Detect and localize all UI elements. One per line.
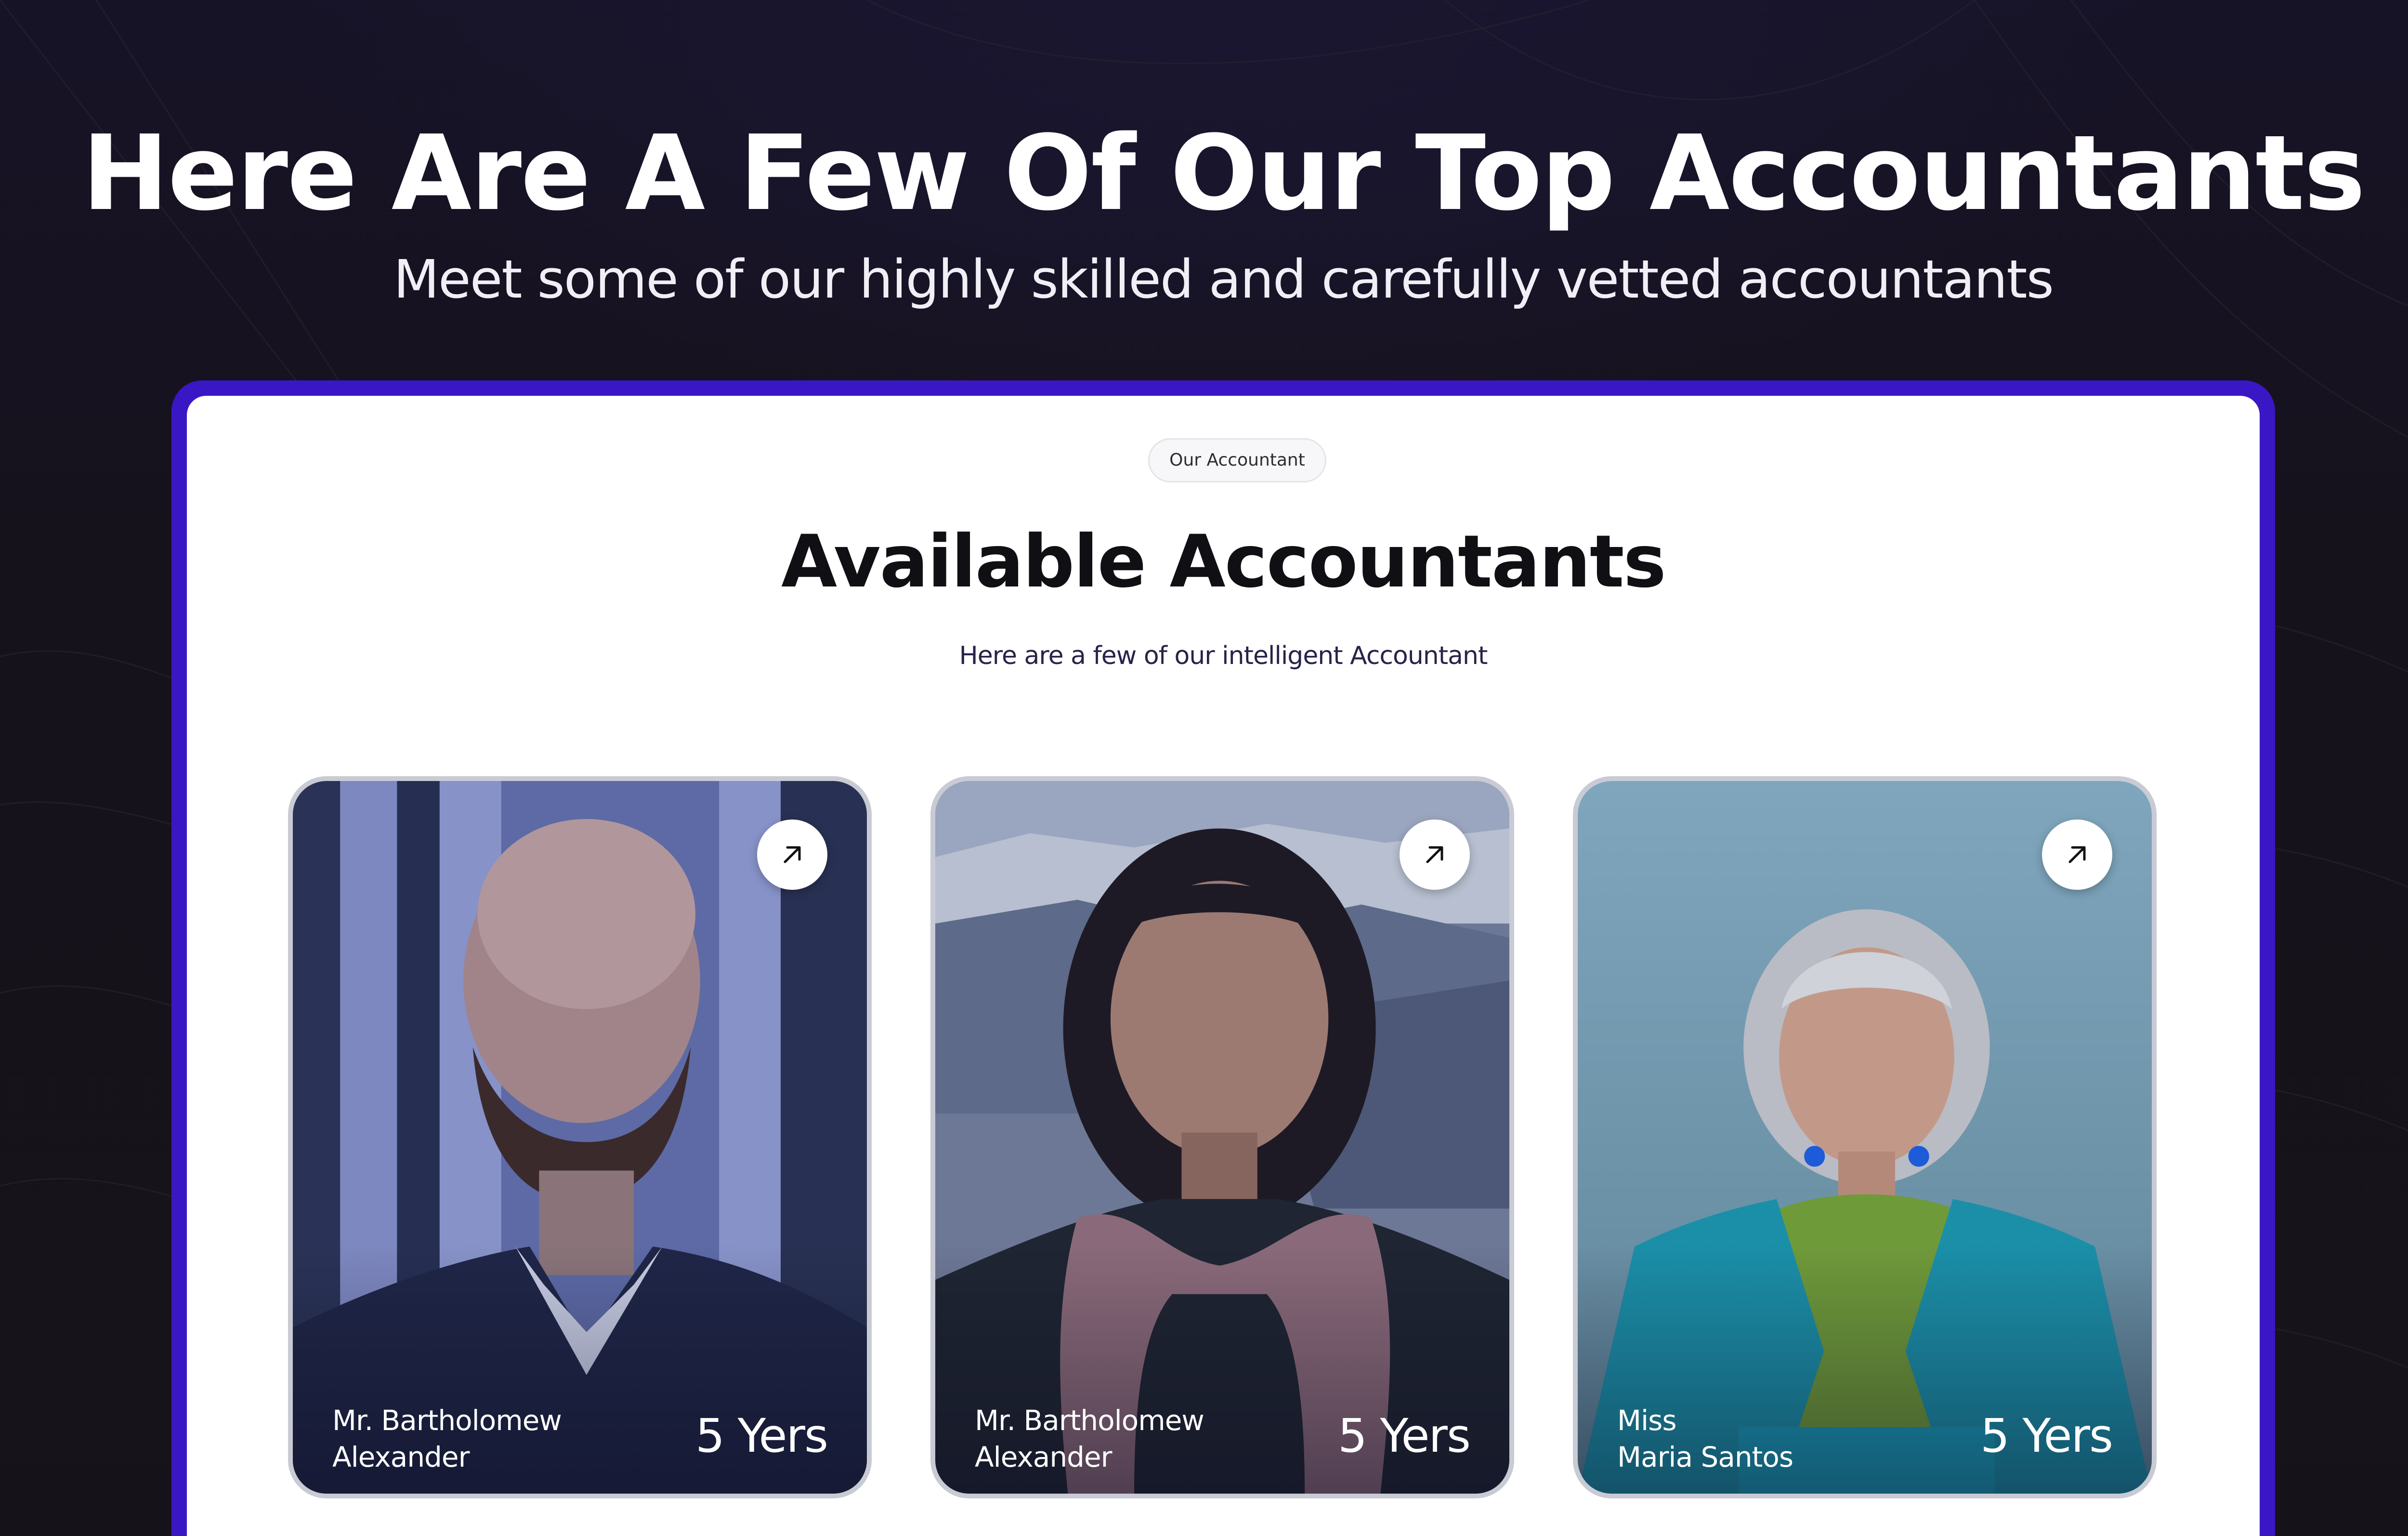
accountant-card[interactable]: Mr. Bartholomew Alexander 5 Yers [288, 776, 872, 1498]
accountant-experience: 5 Yers [1980, 1409, 2113, 1463]
arrow-up-right-icon [784, 846, 801, 863]
accountant-name-line1: Mr. Bartholomew [975, 1404, 1204, 1437]
hero-title: Here Are A Few Of Our Top Accountants [82, 113, 2365, 234]
accountants-panel-frame: Our Accountant Available Accountants Her… [171, 380, 2275, 1536]
accountant-name-line2: Alexander [975, 1441, 1112, 1473]
section-title: Available Accountants [781, 520, 1666, 604]
accountant-name-line2: Maria Santos [1617, 1441, 1793, 1473]
section-badge: Our Accountant [1148, 438, 1326, 482]
hero-subtitle: Meet some of our highly skilled and care… [393, 248, 2054, 310]
section-description: Here are a few of our intelligent Accoun… [959, 641, 1488, 670]
accountant-experience: 5 Yers [1337, 1409, 1471, 1463]
accountant-name: Mr. Bartholomew Alexander [975, 1402, 1283, 1475]
accountant-name-line2: Alexander [332, 1441, 470, 1473]
accountants-panel: Our Accountant Available Accountants Her… [187, 396, 2260, 1536]
accountant-name: Mr. Bartholomew Alexander [332, 1402, 641, 1475]
open-profile-button[interactable] [2042, 820, 2112, 890]
arrow-up-right-icon [2068, 846, 2086, 863]
accountant-card[interactable]: Miss Maria Santos 5 Yers [1573, 776, 2157, 1498]
accountant-card[interactable]: Mr. Bartholomew Alexander 5 Yers [930, 776, 1514, 1498]
open-profile-button[interactable] [757, 820, 827, 890]
accountant-name-line1: Miss [1617, 1404, 1677, 1437]
arrow-up-right-icon [1426, 846, 1443, 863]
accountant-experience: 5 Yers [695, 1409, 828, 1463]
accountant-name: Miss Maria Santos [1617, 1402, 1925, 1475]
accountant-name-line1: Mr. Bartholomew [332, 1404, 562, 1437]
open-profile-button[interactable] [1400, 820, 1470, 890]
